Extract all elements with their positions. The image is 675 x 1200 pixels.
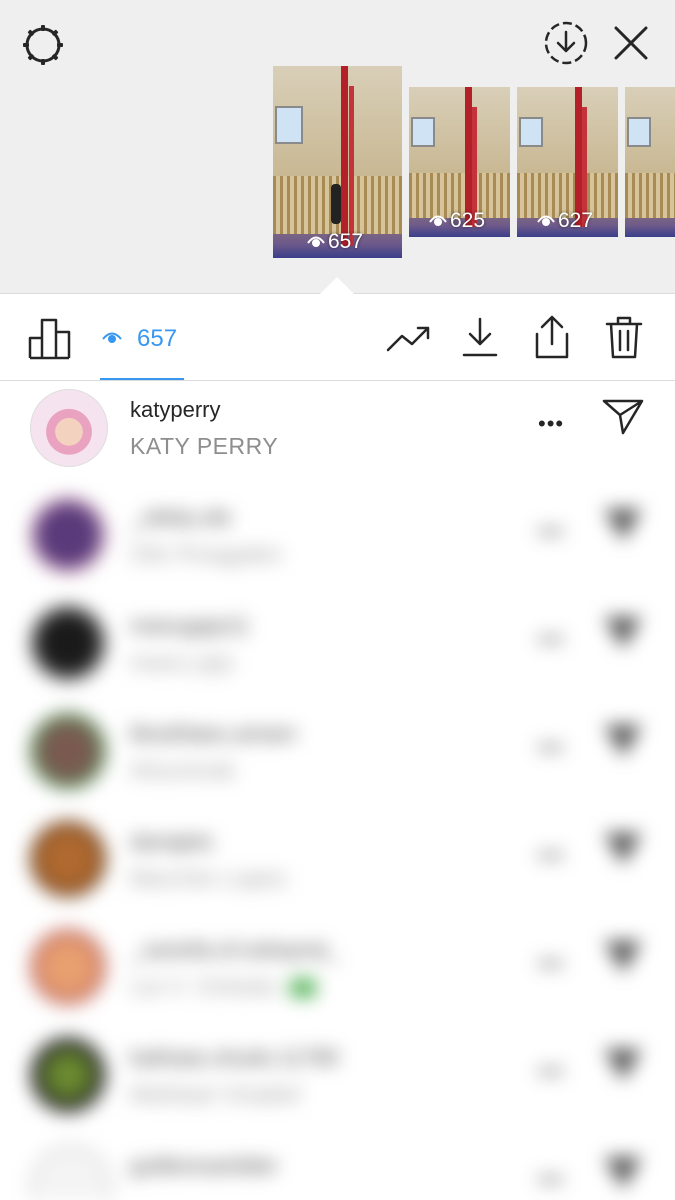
story-view-count-value: 657 bbox=[328, 229, 364, 253]
viewer-username[interactable]: _xaviofa.of.ookayrat_ bbox=[130, 937, 339, 963]
eye-icon bbox=[429, 209, 447, 233]
more-options-icon[interactable]: ••• bbox=[538, 735, 564, 761]
close-icon[interactable] bbox=[612, 24, 650, 67]
send-icon[interactable] bbox=[601, 505, 645, 550]
download-icon[interactable] bbox=[461, 316, 499, 363]
tab-viewers[interactable]: 657 bbox=[100, 294, 184, 380]
avatar[interactable] bbox=[30, 389, 108, 467]
viewer-username[interactable]: manugajo11 bbox=[130, 613, 249, 639]
viewer-row[interactable]: guillemoanlider ••• bbox=[0, 1137, 675, 1200]
viewer-full-name: Marchie Lopez bbox=[130, 865, 288, 891]
story-thumbnail[interactable]: 657 bbox=[273, 66, 402, 258]
more-options-icon[interactable]: ••• bbox=[538, 1059, 564, 1085]
story-view-count: 625 bbox=[429, 209, 485, 233]
viewer-row[interactable]: _xaviofa.of.ookayrat_ Lai V. Ocleats ••• bbox=[0, 921, 675, 1029]
viewer-full-name: Mahlaat Visabel bbox=[130, 1081, 301, 1107]
eye-icon bbox=[307, 230, 325, 254]
view-count: 657 bbox=[137, 325, 178, 352]
viewer-row[interactable]: _ofelia.ofe Ofe Pinagalen ••• bbox=[0, 489, 675, 597]
viewer-full-name: Alouninak bbox=[130, 757, 236, 783]
avatar[interactable] bbox=[30, 605, 106, 681]
avatar[interactable] bbox=[30, 821, 106, 897]
viewer-username[interactable]: lilouthlaeu.amam bbox=[130, 721, 296, 747]
status-badge bbox=[290, 979, 316, 997]
viewer-row[interactable]: danajets Marchie Lopez ••• bbox=[0, 813, 675, 921]
story-thumbnail[interactable] bbox=[625, 87, 675, 237]
selected-story-caret bbox=[320, 277, 354, 294]
avatar[interactable] bbox=[30, 1037, 106, 1113]
send-icon[interactable] bbox=[601, 397, 645, 442]
viewer-full-name: Ofe Pinagalen bbox=[130, 541, 283, 567]
more-options-icon[interactable]: ••• bbox=[538, 411, 564, 437]
send-icon[interactable] bbox=[601, 1045, 645, 1090]
avatar[interactable] bbox=[30, 497, 106, 573]
more-options-icon[interactable]: ••• bbox=[538, 843, 564, 869]
viewer-full-name: manu jajo bbox=[130, 649, 235, 675]
story-strip: 657 625 627 bbox=[0, 0, 675, 293]
avatar[interactable] bbox=[30, 713, 106, 789]
story-view-count-value: 625 bbox=[450, 208, 486, 232]
viewer-username[interactable]: guillemoanlider bbox=[130, 1153, 278, 1179]
send-icon[interactable] bbox=[601, 829, 645, 874]
story-toolbar: 657 bbox=[0, 294, 675, 380]
story-thumbnail[interactable]: 625 bbox=[409, 87, 510, 237]
eye-icon bbox=[102, 330, 122, 349]
avatar[interactable] bbox=[30, 929, 106, 1005]
story-view-count: 627 bbox=[537, 209, 593, 233]
download-circle-icon[interactable] bbox=[543, 20, 589, 71]
viewer-row[interactable]: kathaas.shudo.11780 Mahlaat Visabel ••• bbox=[0, 1029, 675, 1137]
eye-icon bbox=[537, 209, 555, 233]
more-options-icon[interactable]: ••• bbox=[538, 951, 564, 977]
send-icon[interactable] bbox=[601, 721, 645, 766]
viewer-username[interactable]: katyperry bbox=[130, 397, 220, 423]
bar-chart-icon[interactable] bbox=[28, 316, 72, 365]
story-view-count: 657 bbox=[307, 230, 363, 254]
viewer-username[interactable]: _ofelia.ofe bbox=[130, 505, 232, 531]
share-icon[interactable] bbox=[531, 314, 573, 365]
story-thumbnail[interactable]: 627 bbox=[517, 87, 618, 237]
more-options-icon[interactable]: ••• bbox=[538, 627, 564, 653]
send-icon[interactable] bbox=[601, 613, 645, 658]
viewer-username[interactable]: kathaas.shudo.11780 bbox=[130, 1045, 339, 1071]
viewer-full-name: KATY PERRY bbox=[130, 433, 279, 459]
viewer-row[interactable]: manugajo11 manu jajo ••• bbox=[0, 597, 675, 705]
viewer-row[interactable]: lilouthlaeu.amam Alouninak ••• bbox=[0, 705, 675, 813]
viewer-username[interactable]: danajets bbox=[130, 829, 213, 855]
trash-icon[interactable] bbox=[604, 314, 644, 365]
trending-icon[interactable] bbox=[386, 322, 432, 361]
send-icon[interactable] bbox=[601, 1153, 645, 1198]
more-options-icon[interactable]: ••• bbox=[538, 1167, 564, 1193]
avatar[interactable] bbox=[30, 1145, 112, 1200]
viewer-full-name: Lai V. Ocleats bbox=[130, 973, 279, 999]
story-view-count-value: 627 bbox=[558, 208, 594, 232]
viewer-row[interactable]: katyperry KATY PERRY ••• bbox=[0, 381, 675, 489]
gear-icon[interactable] bbox=[20, 22, 66, 73]
more-options-icon[interactable]: ••• bbox=[538, 519, 564, 545]
send-icon[interactable] bbox=[601, 937, 645, 982]
